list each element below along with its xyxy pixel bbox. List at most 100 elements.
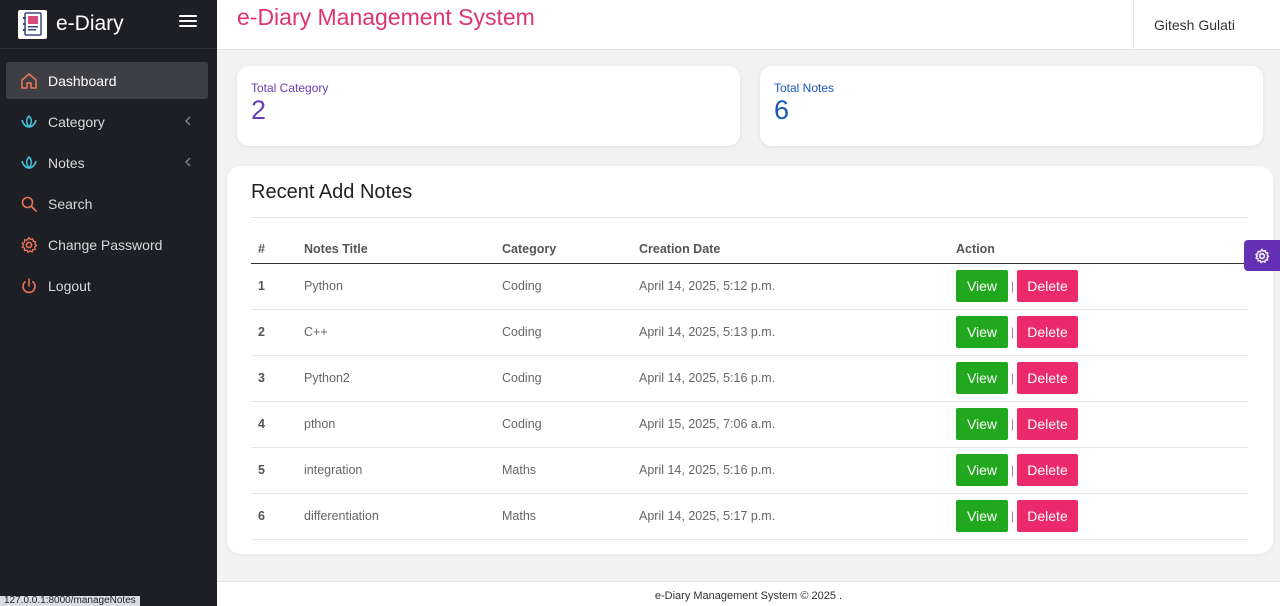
recent-notes-panel: Recent Add Notes # Notes Title Category … [227, 166, 1273, 554]
note-title: differentiation [304, 493, 502, 540]
note-date: April 15, 2025, 7:06 a.m. [639, 401, 956, 448]
table-row: 2 C++ Coding April 14, 2025, 5:13 p.m. V… [251, 309, 1248, 356]
sidebar-item-search[interactable]: Search [6, 185, 208, 222]
row-actions: View | Delete [956, 263, 1248, 310]
action-separator: | [1010, 463, 1015, 477]
sidebar-item-notes[interactable]: Notes [6, 144, 208, 181]
row-actions: View | Delete [956, 493, 1248, 540]
action-separator: | [1010, 417, 1015, 431]
row-actions: View | Delete [956, 309, 1248, 356]
total-category-label: Total Category [251, 81, 329, 95]
total-notes-label: Total Notes [774, 81, 835, 95]
column-header-number: # [251, 235, 304, 264]
action-separator: | [1010, 509, 1015, 523]
lotus-icon [20, 113, 38, 131]
sidebar-nav: Dashboard Category Notes Search Change P… [0, 62, 217, 304]
table-header-row: # Notes Title Category Creation Date Act… [251, 235, 1248, 264]
action-separator: | [1010, 371, 1015, 385]
row-actions: View | Delete [956, 401, 1248, 448]
row-actions: View | Delete [956, 447, 1248, 494]
view-button[interactable]: View [956, 316, 1008, 348]
delete-button[interactable]: Delete [1017, 316, 1078, 348]
page-title: e-Diary Management System [237, 4, 535, 30]
note-category: Coding [502, 355, 639, 402]
view-button[interactable]: View [956, 500, 1008, 532]
view-button[interactable]: View [956, 408, 1008, 440]
status-url: 127.0.0.1:8000/manageNotes [0, 596, 140, 606]
table-row: 6 differentiation Maths April 14, 2025, … [251, 493, 1248, 540]
power-icon [20, 277, 38, 295]
note-date: April 14, 2025, 5:13 p.m. [639, 309, 956, 356]
action-separator: | [1010, 279, 1015, 293]
column-header-date: Creation Date [639, 235, 956, 264]
note-date: April 14, 2025, 5:16 p.m. [639, 355, 956, 402]
note-date: April 14, 2025, 5:16 p.m. [639, 447, 956, 494]
note-title: pthon [304, 401, 502, 448]
sidebar-item-label: Category [48, 113, 105, 130]
note-title: integration [304, 447, 502, 494]
diary-logo-icon [18, 9, 47, 39]
total-notes-value: 6 [774, 95, 790, 125]
user-menu[interactable]: Gitesh Gulati [1133, 0, 1280, 49]
table-row: 1 Python Coding April 14, 2025, 5:12 p.m… [251, 263, 1248, 310]
sidebar-item-label: Search [48, 195, 93, 212]
sidebar-item-category[interactable]: Category [6, 103, 208, 140]
table-row: 4 pthon Coding April 15, 2025, 7:06 a.m.… [251, 401, 1248, 448]
delete-button[interactable]: Delete [1017, 500, 1078, 532]
table-row: 3 Python2 Coding April 14, 2025, 5:16 p.… [251, 355, 1248, 402]
footer-text: e-Diary Management System © 2025 . [654, 590, 843, 602]
note-category: Maths [502, 493, 639, 540]
note-title: Python2 [304, 355, 502, 402]
recent-notes-title: Recent Add Notes [251, 181, 413, 203]
sidebar-item-label: Logout [48, 277, 91, 294]
settings-fab[interactable] [1244, 240, 1280, 271]
row-actions: View | Delete [956, 355, 1248, 402]
note-title: C++ [304, 309, 502, 356]
row-number: 3 [251, 355, 304, 402]
note-date: April 14, 2025, 5:17 p.m. [639, 493, 956, 540]
note-title: Python [304, 263, 502, 310]
total-category-card: Total Category 2 [237, 66, 740, 146]
column-header-title: Notes Title [304, 235, 502, 264]
user-name: Gitesh Gulati [1154, 16, 1235, 33]
note-category: Coding [502, 309, 639, 356]
sidebar-item-label: Change Password [48, 236, 163, 253]
divider [251, 217, 1248, 218]
sidebar-item-label: Dashboard [48, 72, 117, 89]
footer: e-Diary Management System © 2025 . [217, 581, 1280, 606]
view-button[interactable]: View [956, 362, 1008, 394]
sidebar-item-dashboard[interactable]: Dashboard [6, 62, 208, 99]
chevron-left-icon [185, 116, 191, 126]
note-category: Maths [502, 447, 639, 494]
sidebar: e-Diary Dashboard Category Notes Search … [0, 0, 217, 606]
delete-button[interactable]: Delete [1017, 270, 1078, 302]
view-button[interactable]: View [956, 454, 1008, 486]
column-header-category: Category [502, 235, 639, 264]
sidebar-item-change-password[interactable]: Change Password [6, 226, 208, 263]
brand-name: e-Diary [56, 12, 124, 35]
gear-icon [1255, 248, 1270, 263]
row-number: 1 [251, 263, 304, 310]
home-icon [20, 72, 38, 90]
menu-toggle-icon[interactable] [179, 12, 197, 28]
chevron-left-icon [185, 157, 191, 167]
note-category: Coding [502, 263, 639, 310]
action-separator: | [1010, 325, 1015, 339]
delete-button[interactable]: Delete [1017, 454, 1078, 486]
sidebar-item-label: Notes [48, 154, 85, 171]
delete-button[interactable]: Delete [1017, 362, 1078, 394]
sidebar-item-logout[interactable]: Logout [6, 267, 208, 304]
note-category: Coding [502, 401, 639, 448]
recent-notes-table: # Notes Title Category Creation Date Act… [251, 235, 1248, 540]
note-date: April 14, 2025, 5:12 p.m. [639, 263, 956, 310]
table-row: 5 integration Maths April 14, 2025, 5:16… [251, 447, 1248, 494]
gear-icon [20, 236, 38, 254]
search-icon [20, 195, 38, 213]
row-number: 5 [251, 447, 304, 494]
view-button[interactable]: View [956, 270, 1008, 302]
top-header: e-Diary Management System Gitesh Gulati [217, 0, 1280, 50]
total-category-value: 2 [251, 95, 267, 125]
row-number: 2 [251, 309, 304, 356]
delete-button[interactable]: Delete [1017, 408, 1078, 440]
lotus-icon [20, 154, 38, 172]
